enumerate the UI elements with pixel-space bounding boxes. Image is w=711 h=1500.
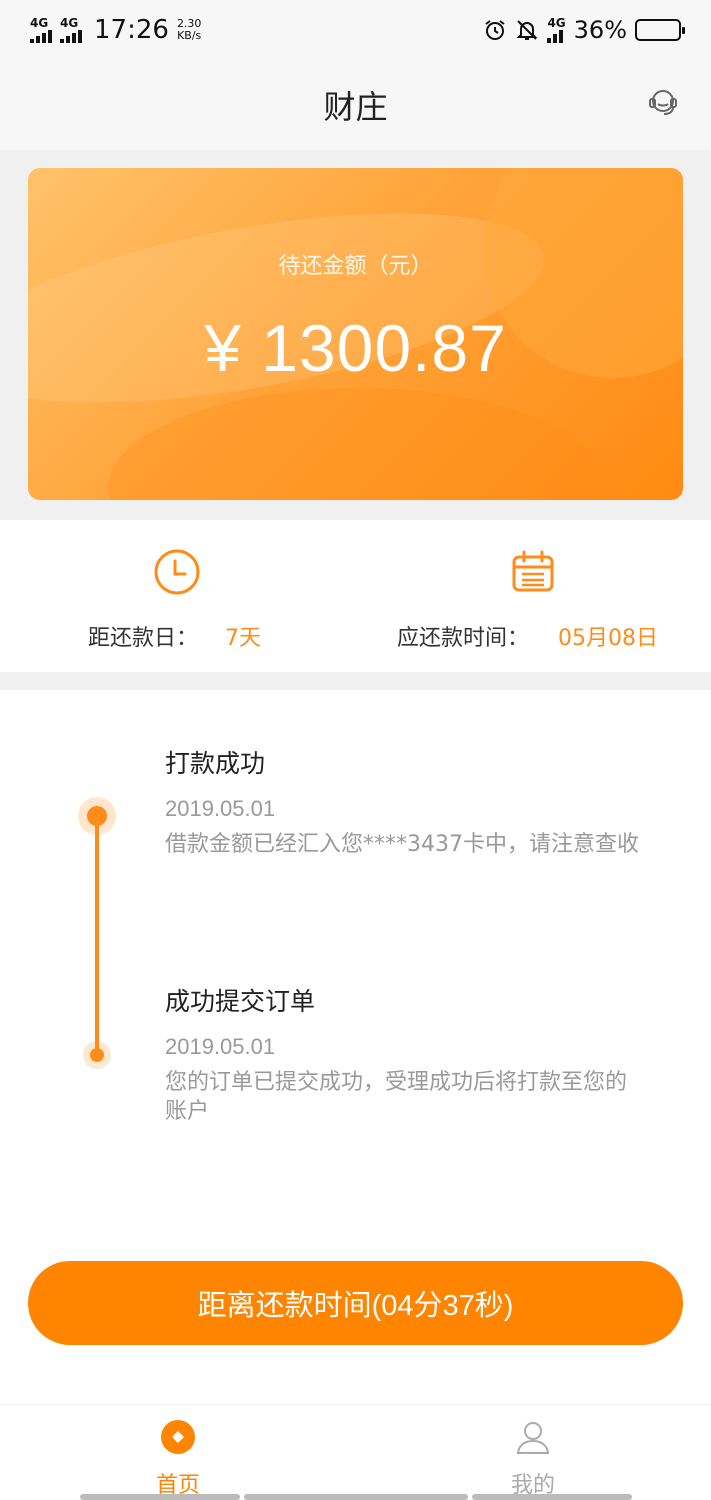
repayment-countdown-button[interactable]: 距离还款时间(04分37秒)	[28, 1261, 683, 1345]
status-right: 4G 36%	[483, 16, 685, 44]
timeline-item-date: 2019.05.01	[165, 796, 276, 821]
timeline-item-title: 打款成功	[165, 749, 266, 778]
battery-percent: 36%	[573, 16, 627, 44]
order-timeline: 打款成功 2019.05.01 借款金额已经汇入您****3437卡中，请注意查…	[0, 690, 711, 1260]
tab-home[interactable]: 首页	[78, 1405, 278, 1500]
signal-3-icon: 4G	[547, 16, 566, 43]
amount-label: 待还金额（元）	[278, 254, 433, 279]
timeline-item-desc: 借款金额已经汇入您****3437卡中，请注意查收	[165, 832, 639, 857]
status-bar: 4G 4G 17:26 2.30 KB/s 4G 36%	[0, 0, 711, 60]
timeline-item-date: 2019.05.01	[165, 1034, 276, 1059]
status-left: 4G 4G 17:26 2.30 KB/s	[30, 15, 201, 45]
network-type-2: 4G	[60, 16, 79, 30]
clock-icon	[154, 549, 200, 595]
bottom-tab-bar: 首页 我的	[0, 1404, 711, 1500]
battery-icon	[635, 19, 685, 41]
network-type-3: 4G	[547, 16, 566, 30]
gesture-bar-center	[244, 1494, 468, 1500]
bell-muted-icon	[517, 20, 538, 40]
timeline-item-title: 成功提交订单	[165, 987, 316, 1016]
app-header: 财庄	[0, 60, 711, 150]
days-value: 7天	[225, 626, 262, 651]
network-type-1: 4G	[30, 16, 49, 30]
due-date: 应还款时间： 05月08日	[397, 620, 658, 652]
network-speed-unit: KB/s	[177, 29, 202, 42]
gesture-bar-left	[80, 1494, 240, 1500]
network-speed-value: 2.30	[176, 16, 202, 30]
days-label: 距还款日：	[88, 626, 199, 651]
repayment-amount-card: 待还金额（元） ¥ 1300.87	[28, 168, 683, 500]
timeline-line	[95, 814, 99, 1054]
timeline-item-desc: 您的订单已提交成功，受理成功后将打款至您的账户	[165, 1070, 628, 1124]
days-until-due: 距还款日： 7天	[88, 620, 261, 652]
user-icon	[516, 1422, 550, 1454]
gesture-bar-right	[472, 1494, 632, 1500]
timeline-item: 成功提交订单 2019.05.01 您的订单已提交成功，受理成功后将打款至您的账…	[165, 982, 645, 1126]
clock-time: 17:26	[94, 15, 169, 45]
signal-1-icon: 4G	[30, 17, 52, 43]
due-date-value: 05月08日	[558, 626, 659, 651]
calendar-icon	[512, 550, 554, 592]
timeline-dot	[83, 1041, 111, 1069]
alarm-icon	[485, 20, 506, 40]
page-title: 财庄	[323, 88, 388, 126]
customer-service-icon[interactable]	[645, 84, 681, 120]
repayment-info-row: 距还款日： 7天 应还款时间： 05月08日	[0, 520, 711, 672]
timeline-item: 打款成功 2019.05.01 借款金额已经汇入您****3437卡中，请注意查…	[165, 744, 645, 859]
signal-2-icon: 4G	[60, 17, 82, 43]
due-date-label: 应还款时间：	[397, 626, 530, 651]
section-divider	[0, 672, 711, 690]
timeline-dot-current	[78, 797, 116, 835]
tab-mine[interactable]: 我的	[433, 1405, 633, 1500]
home-icon	[161, 1420, 195, 1454]
amount-value: ¥ 1300.87	[204, 311, 507, 385]
network-speed: 2.30 KB/s	[176, 16, 202, 42]
